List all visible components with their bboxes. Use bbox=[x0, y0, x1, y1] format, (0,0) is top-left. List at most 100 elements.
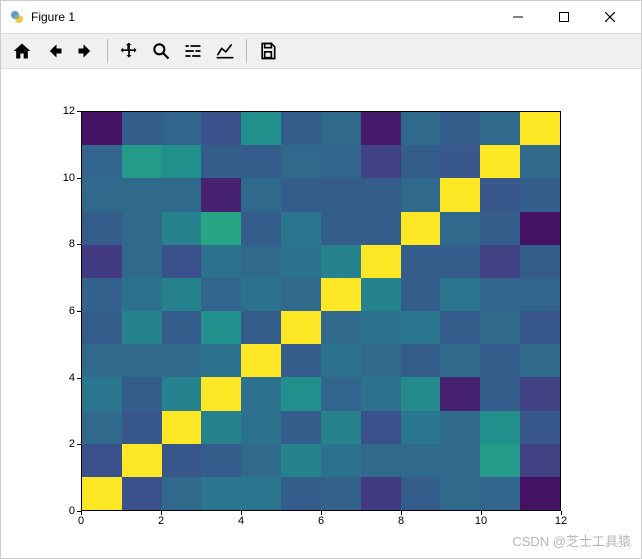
heatmap-cell bbox=[241, 344, 281, 377]
heatmap-cell bbox=[281, 112, 321, 145]
subplots-button[interactable] bbox=[178, 36, 208, 66]
toolbar-separator bbox=[107, 39, 108, 63]
heatmap-cell bbox=[401, 145, 441, 178]
window-title: Figure 1 bbox=[31, 10, 75, 24]
heatmap-cell bbox=[401, 344, 441, 377]
heatmap-cell bbox=[480, 178, 520, 211]
heatmap-cell bbox=[480, 344, 520, 377]
heatmap-cell bbox=[122, 311, 162, 344]
heatmap-cell bbox=[440, 411, 480, 444]
heatmap-cell bbox=[520, 278, 560, 311]
heatmap-cell bbox=[281, 377, 321, 410]
heatmap-cell bbox=[82, 278, 122, 311]
heatmap-cell bbox=[122, 278, 162, 311]
chart-area: 024681012024681012 bbox=[1, 71, 641, 558]
heatmap-cell bbox=[162, 411, 202, 444]
minimize-button[interactable] bbox=[495, 1, 541, 33]
heatmap-cell bbox=[241, 112, 281, 145]
save-button[interactable] bbox=[253, 36, 283, 66]
heatmap-cell bbox=[480, 278, 520, 311]
heatmap-cell bbox=[201, 278, 241, 311]
heatmap-cell bbox=[162, 212, 202, 245]
heatmap-cell bbox=[401, 311, 441, 344]
heatmap-cell bbox=[122, 411, 162, 444]
heatmap-grid bbox=[82, 112, 560, 510]
heatmap-cell bbox=[321, 178, 361, 211]
heatmap-cell bbox=[440, 344, 480, 377]
heatmap-cell bbox=[401, 245, 441, 278]
heatmap-cell bbox=[321, 444, 361, 477]
heatmap-cell bbox=[440, 178, 480, 211]
heatmap-cell bbox=[281, 212, 321, 245]
heatmap-cell bbox=[241, 444, 281, 477]
heatmap-axes[interactable] bbox=[81, 111, 561, 511]
heatmap-cell bbox=[480, 245, 520, 278]
heatmap-cell bbox=[440, 212, 480, 245]
pan-button[interactable] bbox=[114, 36, 144, 66]
heatmap-cell bbox=[440, 477, 480, 510]
heatmap-cell bbox=[162, 377, 202, 410]
heatmap-cell bbox=[361, 112, 401, 145]
forward-button[interactable] bbox=[71, 36, 101, 66]
heatmap-cell bbox=[201, 178, 241, 211]
y-tick-label: 8 bbox=[51, 238, 75, 250]
x-tick-label: 8 bbox=[398, 515, 404, 527]
edit-axes-button[interactable] bbox=[210, 36, 240, 66]
heatmap-cell bbox=[321, 477, 361, 510]
heatmap-cell bbox=[520, 477, 560, 510]
x-tick-label: 12 bbox=[555, 515, 567, 527]
heatmap-cell bbox=[480, 212, 520, 245]
toolbar-separator bbox=[246, 39, 247, 63]
heatmap-cell bbox=[361, 477, 401, 510]
close-button[interactable] bbox=[587, 1, 633, 33]
heatmap-cell bbox=[321, 112, 361, 145]
heatmap-cell bbox=[520, 112, 560, 145]
heatmap-cell bbox=[201, 444, 241, 477]
heatmap-cell bbox=[162, 245, 202, 278]
y-tick-label: 0 bbox=[51, 505, 75, 517]
heatmap-cell bbox=[241, 377, 281, 410]
heatmap-cell bbox=[440, 377, 480, 410]
zoom-button[interactable] bbox=[146, 36, 176, 66]
heatmap-cell bbox=[281, 145, 321, 178]
heatmap-cell bbox=[281, 411, 321, 444]
heatmap-cell bbox=[480, 444, 520, 477]
heatmap-cell bbox=[122, 477, 162, 510]
heatmap-cell bbox=[241, 477, 281, 510]
heatmap-cell bbox=[82, 377, 122, 410]
heatmap-cell bbox=[162, 145, 202, 178]
heatmap-cell bbox=[122, 112, 162, 145]
heatmap-cell bbox=[361, 411, 401, 444]
y-tick-label: 4 bbox=[51, 372, 75, 384]
heatmap-cell bbox=[440, 278, 480, 311]
heatmap-cell bbox=[201, 477, 241, 510]
heatmap-cell bbox=[480, 477, 520, 510]
heatmap-cell bbox=[520, 444, 560, 477]
heatmap-cell bbox=[361, 278, 401, 311]
heatmap-cell bbox=[122, 245, 162, 278]
heatmap-cell bbox=[122, 178, 162, 211]
heatmap-cell bbox=[440, 311, 480, 344]
heatmap-cell bbox=[480, 411, 520, 444]
heatmap-cell bbox=[520, 377, 560, 410]
heatmap-cell bbox=[122, 212, 162, 245]
heatmap-cell bbox=[281, 444, 321, 477]
heatmap-cell bbox=[241, 178, 281, 211]
y-tick-label: 12 bbox=[51, 105, 75, 117]
matplotlib-toolbar bbox=[1, 33, 641, 69]
heatmap-cell bbox=[201, 245, 241, 278]
heatmap-cell bbox=[241, 212, 281, 245]
heatmap-cell bbox=[361, 344, 401, 377]
back-button[interactable] bbox=[39, 36, 69, 66]
heatmap-cell bbox=[520, 411, 560, 444]
heatmap-cell bbox=[82, 344, 122, 377]
y-tick-label: 6 bbox=[51, 305, 75, 317]
heatmap-cell bbox=[162, 112, 202, 145]
heatmap-cell bbox=[82, 311, 122, 344]
heatmap-cell bbox=[361, 245, 401, 278]
home-button[interactable] bbox=[7, 36, 37, 66]
heatmap-cell bbox=[480, 112, 520, 145]
heatmap-cell bbox=[361, 377, 401, 410]
maximize-button[interactable] bbox=[541, 1, 587, 33]
window-titlebar: Figure 1 bbox=[1, 1, 641, 33]
